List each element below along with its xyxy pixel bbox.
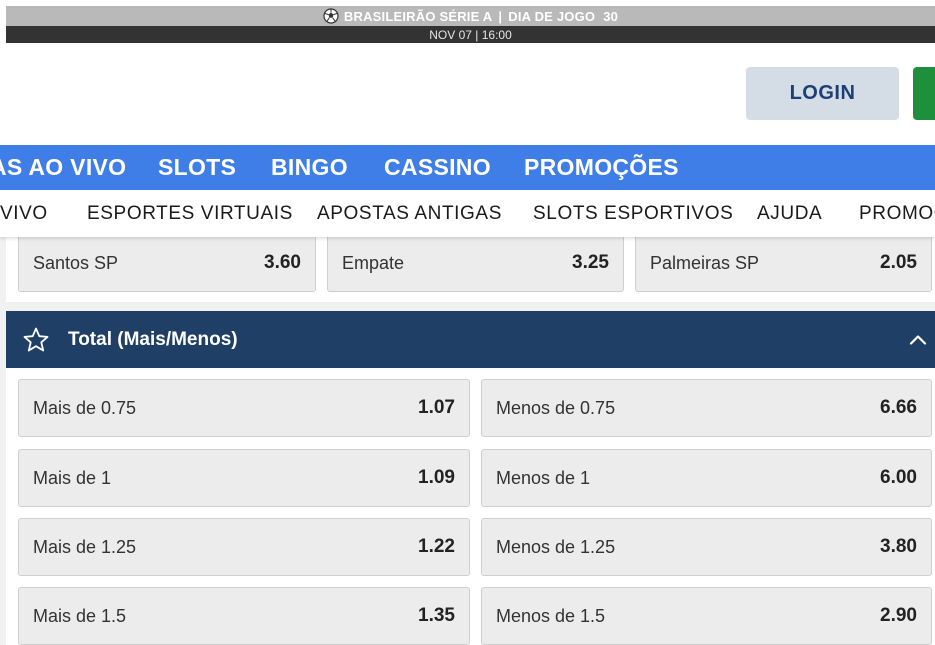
odd-price: 1.35	[418, 605, 455, 626]
odd-price: 1.07	[418, 397, 455, 418]
main-nav: AS AO VIVO SLOTS BINGO CASSINO PROMOÇÕES	[0, 145, 935, 190]
odd-label: Santos SP	[33, 252, 119, 273]
odd-price: 3.60	[264, 252, 301, 273]
odd-label: Mais de 1	[33, 467, 112, 488]
odd-button-under[interactable]: Menos de 1.5 2.90	[481, 587, 932, 645]
odd-price: 1.22	[418, 536, 455, 557]
main-nav-item-live-bets[interactable]: AS AO VIVO	[0, 145, 126, 190]
market-title: Total (Mais/Menos)	[68, 328, 238, 350]
odd-price: 2.05	[880, 252, 917, 273]
odd-button-away[interactable]: Palmeiras SP 2.05	[635, 237, 932, 292]
odd-button-over[interactable]: Mais de 1 1.09	[18, 449, 470, 507]
header-separator: |	[498, 8, 503, 24]
odd-button-draw[interactable]: Empate 3.25	[327, 237, 624, 292]
odd-price: 6.66	[880, 397, 917, 418]
odd-price: 2.90	[880, 605, 917, 626]
odd-button-under[interactable]: Menos de 1 6.00	[481, 449, 932, 507]
matchday-label: DIA DE JOGO	[508, 8, 596, 24]
odd-label: Mais de 0.75	[33, 397, 137, 418]
odd-button-under[interactable]: Menos de 1.25 3.80	[481, 518, 932, 576]
match-header: BRASILEIRÃO SÉRIE A | DIA DE JOGO 30	[6, 6, 935, 26]
main-nav-item-promotions[interactable]: PROMOÇÕES	[524, 145, 679, 190]
odd-label: Empate	[342, 252, 405, 273]
sub-nav: VIVO ESPORTES VIRTUAIS APOSTAS ANTIGAS S…	[0, 190, 935, 237]
matchday-number: 30	[603, 8, 619, 24]
odd-button-over[interactable]: Mais de 0.75 1.07	[18, 379, 470, 437]
soccer-ball-icon	[323, 8, 339, 24]
odd-label: Menos de 1	[496, 467, 591, 488]
odd-price: 6.00	[880, 467, 917, 488]
league-name: BRASILEIRÃO SÉRIE A	[343, 8, 493, 24]
sub-nav-item-help[interactable]: AJUDA	[757, 190, 822, 237]
odd-label: Mais de 1.25	[33, 536, 137, 557]
odd-price: 3.80	[880, 536, 917, 557]
odd-label: Menos de 0.75	[496, 397, 616, 418]
sub-nav-item-sport-slots[interactable]: SLOTS ESPORTIVOS	[533, 190, 733, 237]
odd-label: Palmeiras SP	[650, 252, 760, 273]
register-button[interactable]	[913, 67, 935, 120]
odd-label: Menos de 1.5	[496, 605, 606, 626]
result-market-panel: Santos SP 3.60 Empate 3.25 Palmeiras SP …	[6, 237, 935, 302]
main-nav-item-bingo[interactable]: BINGO	[271, 145, 348, 190]
market-header-total[interactable]: Total (Mais/Menos)	[6, 311, 935, 368]
odd-button-under[interactable]: Menos de 0.75 6.66	[481, 379, 932, 437]
sub-nav-item-promotions[interactable]: PROMOÇ	[859, 190, 935, 237]
match-datetime: NOV 07 | 16:00	[6, 26, 935, 43]
main-nav-item-slots[interactable]: SLOTS	[158, 145, 236, 190]
chevron-up-icon[interactable]	[909, 331, 927, 349]
odd-label: Menos de 1.25	[496, 536, 616, 557]
sub-nav-item-live[interactable]: VIVO	[0, 190, 48, 237]
sub-nav-item-old-bets[interactable]: APOSTAS ANTIGAS	[317, 190, 502, 237]
sub-nav-item-virtual-sports[interactable]: ESPORTES VIRTUAIS	[87, 190, 293, 237]
odd-price: 3.25	[572, 252, 609, 273]
odd-label: Mais de 1.5	[33, 605, 127, 626]
odd-button-over[interactable]: Mais de 1.5 1.35	[18, 587, 470, 645]
markets-content: Santos SP 3.60 Empate 3.25 Palmeiras SP …	[0, 237, 935, 645]
login-button[interactable]: LOGIN	[746, 67, 899, 120]
odd-button-home[interactable]: Santos SP 3.60	[18, 237, 316, 292]
main-nav-item-casino[interactable]: CASSINO	[384, 145, 491, 190]
odd-price: 1.09	[418, 467, 455, 488]
total-market-panel: Mais de 0.75 1.07 Menos de 0.75 6.66 Mai…	[6, 368, 935, 645]
star-icon[interactable]	[22, 326, 50, 354]
odd-button-over[interactable]: Mais de 1.25 1.22	[18, 518, 470, 576]
